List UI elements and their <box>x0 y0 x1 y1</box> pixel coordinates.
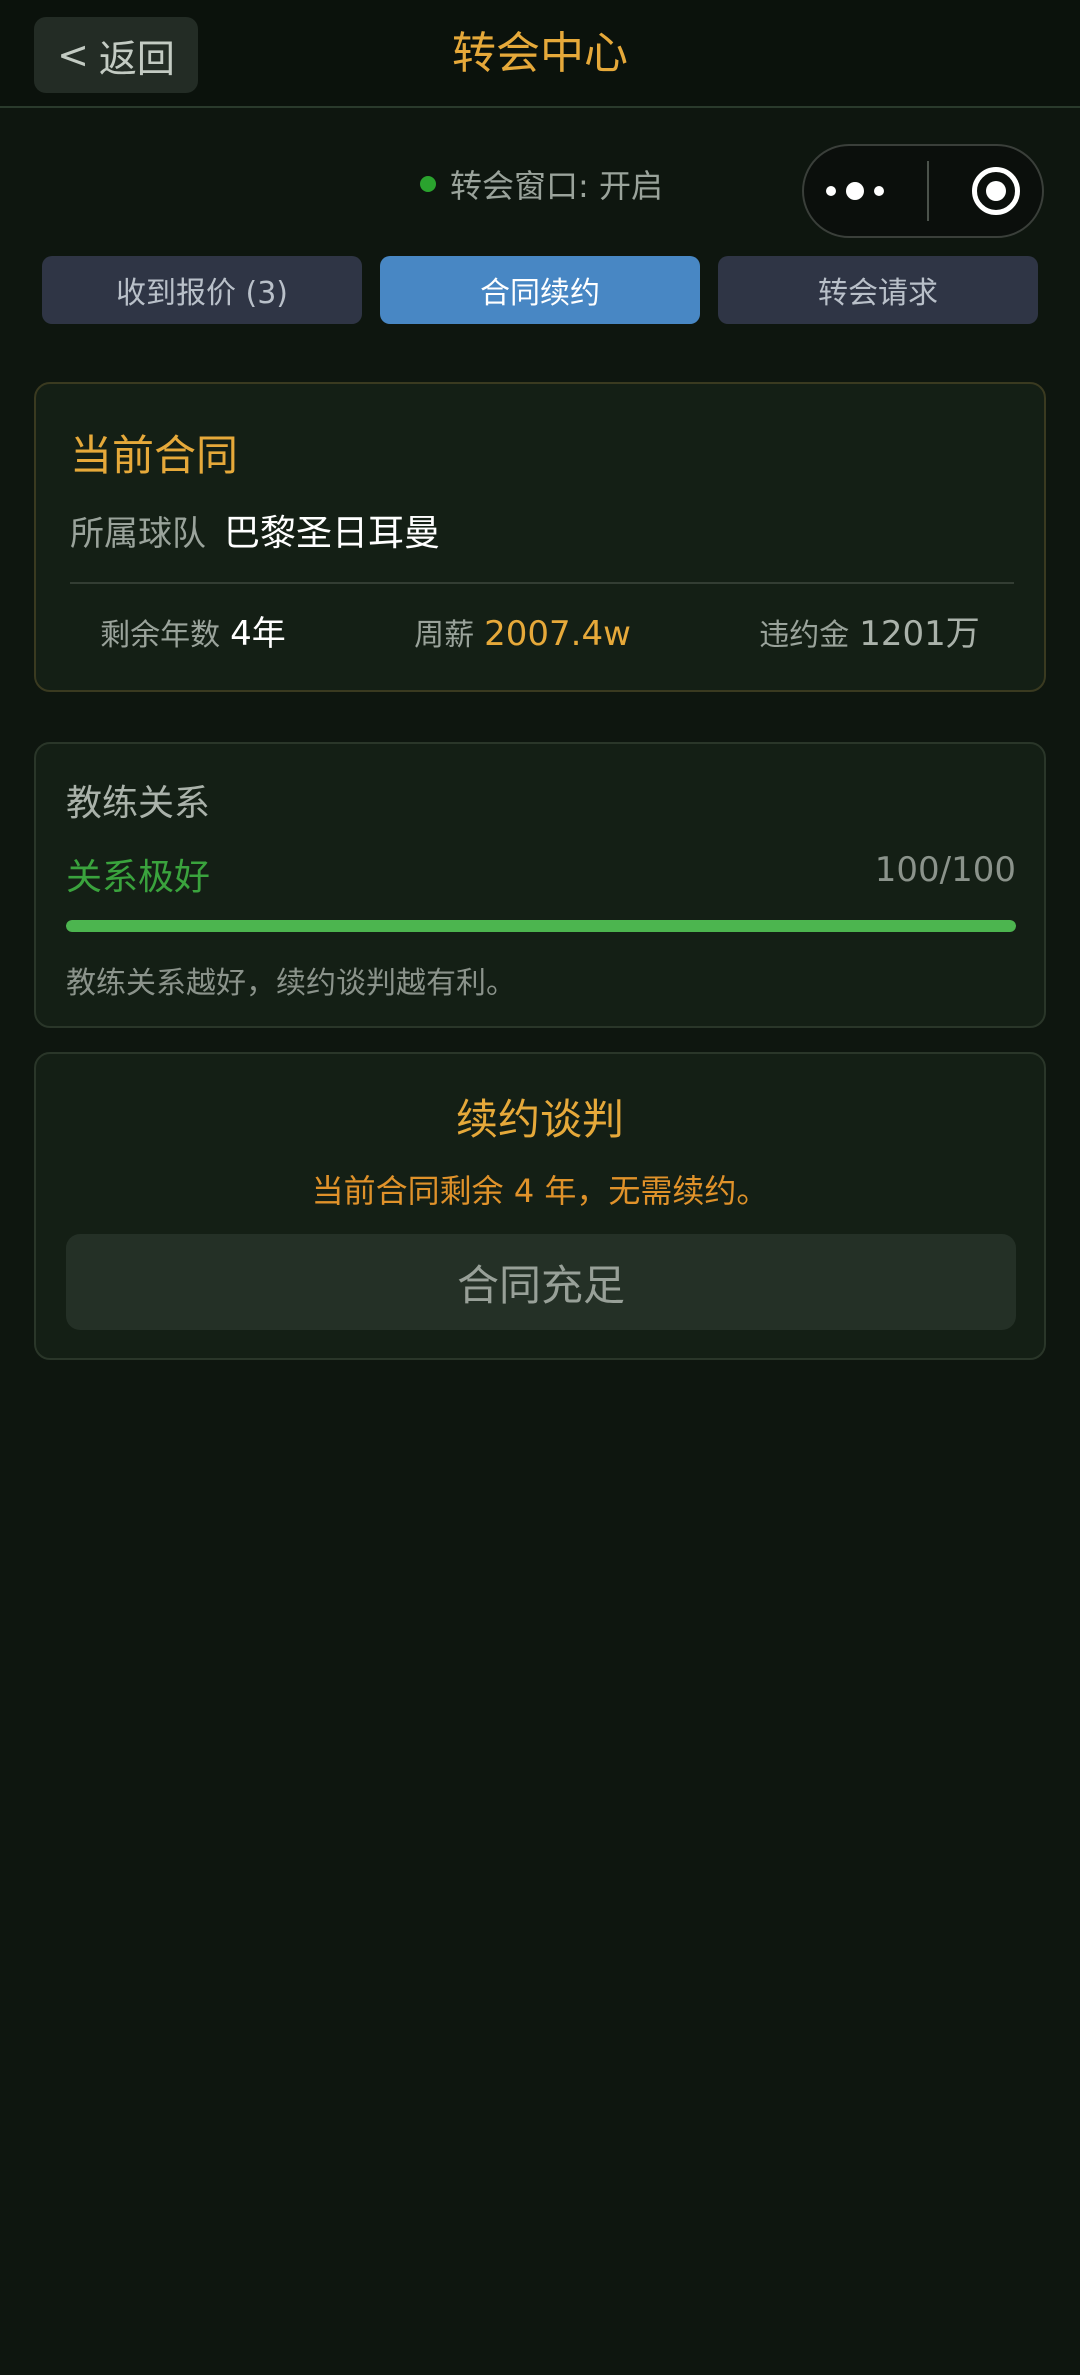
tab-transfer-request[interactable]: 转会请求 <box>718 256 1038 324</box>
contract-divider <box>70 582 1014 584</box>
team-row: 所属球队 巴黎圣日耳曼 <box>70 504 440 556</box>
stat-weekly-wage: 周薪 2007.4w <box>414 610 631 654</box>
tab-offers[interactable]: 收到报价 (3) <box>42 256 362 324</box>
top-header: < 返回 转会中心 <box>0 0 1080 108</box>
stat-value: 4年 <box>230 614 286 654</box>
relationship-progress-fill <box>66 920 1016 932</box>
relationship-hint: 教练关系越好，续约谈判越有利。 <box>66 966 516 1001</box>
stat-value: 2007.4w <box>484 614 631 654</box>
target-circle-icon[interactable] <box>972 167 1021 215</box>
tab-contract-renewal[interactable]: 合同续约 <box>380 256 700 324</box>
stat-value: 1201万 <box>859 614 980 654</box>
contract-stats: 剩余年数 4年 周薪 2007.4w 违约金 1201万 <box>36 606 1044 662</box>
coach-title: 教练关系 <box>66 783 211 824</box>
stat-label: 违约金 <box>759 618 850 653</box>
stat-label: 剩余年数 <box>100 618 221 653</box>
coach-relationship-card: 教练关系 关系极好 100/100 教练关系越好，续约谈判越有利。 <box>34 742 1046 1028</box>
renewal-negotiation-card: 续约谈判 当前合同剩余 4 年，无需续约。 合同充足 <box>34 1052 1046 1360</box>
relationship-status: 关系极好 <box>66 857 211 898</box>
stat-release-clause: 违约金 1201万 <box>759 606 980 655</box>
renewal-message: 当前合同剩余 4 年，无需续约。 <box>311 1172 769 1210</box>
stat-remaining-years: 剩余年数 4年 <box>100 606 286 655</box>
current-contract-card: 当前合同 所属球队 巴黎圣日耳曼 剩余年数 4年 周薪 2007.4w 违约金 … <box>34 382 1046 692</box>
more-dots-icon[interactable] <box>825 182 884 200</box>
status-dot-icon <box>420 176 436 192</box>
relationship-progress-bar <box>66 920 1016 932</box>
menu-capsule <box>802 144 1044 238</box>
status-text: 转会窗口: 开启 <box>450 167 663 205</box>
contract-sufficient-button[interactable]: 合同充足 <box>66 1234 1016 1330</box>
tab-bar: 收到报价 (3) 合同续约 转会请求 <box>42 256 1038 324</box>
team-label: 所属球队 <box>70 514 206 554</box>
team-name: 巴黎圣日耳曼 <box>224 513 441 554</box>
contract-title: 当前合同 <box>70 431 239 480</box>
transfer-window-status: 转会窗口: 开启 <box>420 160 663 208</box>
page-title: 转会中心 <box>452 28 628 79</box>
stat-label: 周薪 <box>414 618 475 653</box>
renewal-title: 续约谈判 <box>455 1095 624 1144</box>
relationship-score: 100/100 <box>874 850 1016 890</box>
capsule-divider <box>926 161 929 221</box>
